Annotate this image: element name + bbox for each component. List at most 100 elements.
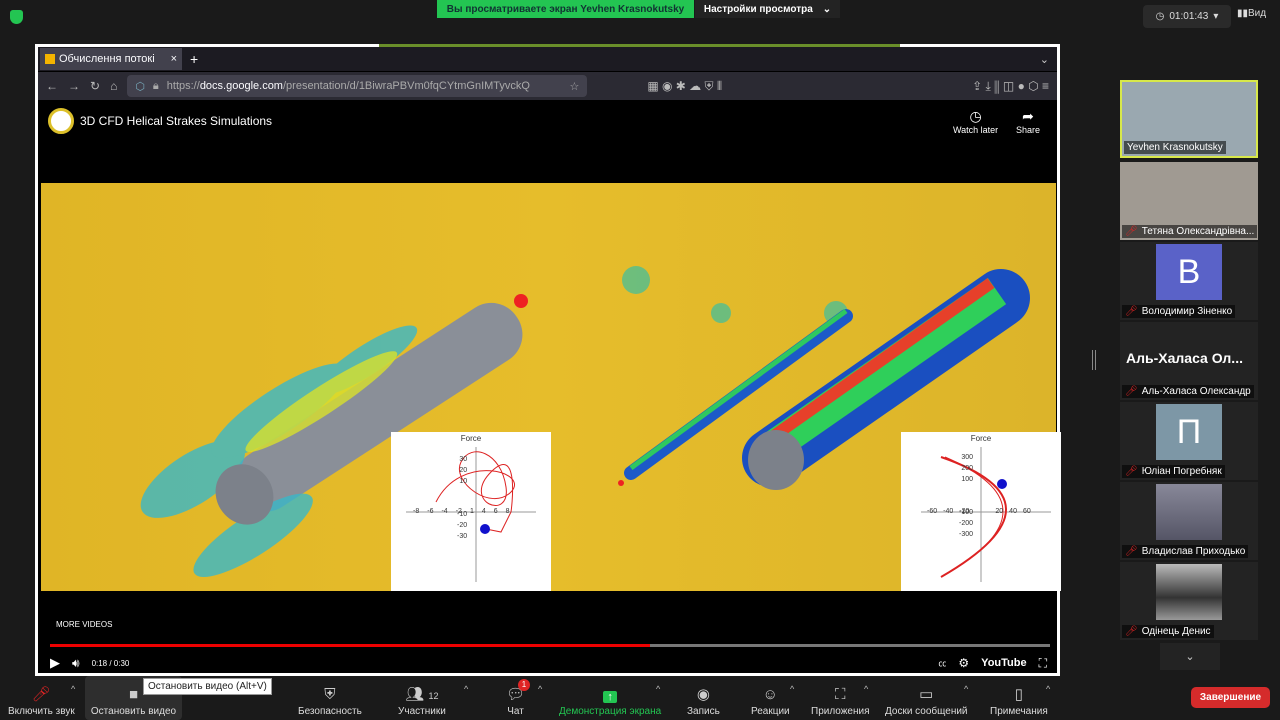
video-frame[interactable]: Force -8 -6 -4 -2 1 4 6 8 30 20 10 -10 -20 -30 Force… bbox=[41, 183, 1061, 591]
close-tab-icon[interactable]: × bbox=[171, 53, 177, 65]
apps-button[interactable]: ⛶ Приложения bbox=[811, 676, 870, 720]
stop-video-label: Остановить видео bbox=[90, 706, 177, 717]
x-tick: -4 bbox=[441, 508, 448, 515]
reactions-caret-icon[interactable]: ^ bbox=[790, 684, 794, 694]
captions-icon[interactable]: ㏄ bbox=[938, 658, 946, 669]
participant-tile[interactable]: Yevhen Krasnokutsky bbox=[1120, 80, 1258, 158]
tab-list-chevron-icon[interactable]: ⌄ bbox=[1040, 53, 1049, 66]
reload-icon[interactable]: ↻ bbox=[90, 79, 100, 93]
forward-icon[interactable]: → bbox=[68, 79, 80, 93]
browser-navbar: ← → ↻ ⌂ ⬡ 🔒︎ https://docs.google.com/presenta… bbox=[38, 72, 1057, 100]
y-tick: -100 bbox=[959, 509, 974, 516]
reactions-button[interactable]: ☺ Реакции bbox=[751, 676, 790, 720]
y-tick: -200 bbox=[959, 520, 974, 527]
panel-resize-handle[interactable] bbox=[1092, 350, 1096, 370]
browser-tab-bar: Обчислення потокі × + ⌄ bbox=[38, 47, 1057, 71]
play-icon[interactable]: ▶ bbox=[50, 655, 60, 671]
x-tick: 60 bbox=[1022, 508, 1031, 515]
participants-icon: 👥︎ 12 bbox=[405, 686, 439, 703]
audio-options-caret-icon[interactable]: ^ bbox=[71, 684, 75, 694]
participants-count: 12 bbox=[428, 691, 439, 701]
whiteboards-caret-icon[interactable]: ^ bbox=[964, 684, 968, 694]
youtube-logo[interactable]: YouTube bbox=[981, 657, 1026, 669]
apps-caret-icon[interactable]: ^ bbox=[864, 684, 868, 694]
more-videos-button[interactable]: MORE VIDEOS bbox=[56, 620, 112, 629]
viewing-screen-banner: Вы просматриваете экран Yevhen Krasnokut… bbox=[437, 0, 694, 18]
url-bar[interactable]: ⬡ 🔒︎ https://docs.google.com/presentation/… bbox=[127, 75, 588, 97]
x-tick: 1 bbox=[469, 508, 474, 515]
scroll-down-chevron-icon[interactable]: ⌄ bbox=[1160, 643, 1220, 670]
y-tick: 300 bbox=[961, 454, 974, 461]
url-prefix: https:// bbox=[166, 80, 200, 92]
back-icon[interactable]: ← bbox=[46, 79, 58, 93]
share-screen-button[interactable]: ↑ Демонстрация экрана bbox=[559, 676, 661, 720]
y-tick: -20 bbox=[457, 522, 468, 529]
share-caret-icon[interactable]: ^ bbox=[656, 684, 660, 694]
progress-bar[interactable] bbox=[50, 644, 1050, 647]
force-plot-right: Force -60 -40 -20 20 40 60 300 200 100 -100 -200-… bbox=[901, 432, 1061, 591]
fullscreen-icon[interactable]: ⛶ bbox=[1039, 656, 1047, 671]
end-meeting-button[interactable]: Завершение bbox=[1191, 687, 1270, 708]
watch-later-button[interactable]: ◷ Watch later bbox=[953, 108, 998, 135]
youtube-player[interactable]: 3D CFD Helical Strakes Simulations ◷ Watc… bbox=[38, 100, 1061, 673]
record-icon: ◉ bbox=[696, 686, 710, 703]
whiteboard-icon: ▭ bbox=[919, 686, 934, 703]
video-title[interactable]: 3D CFD Helical Strakes Simulations bbox=[80, 114, 272, 128]
new-tab-button[interactable]: + bbox=[190, 51, 198, 67]
encryption-shield-icon[interactable] bbox=[10, 10, 23, 24]
whiteboards-button[interactable]: ▭ Доски сообщений bbox=[885, 676, 968, 720]
participant-name: Владислав Приходько bbox=[1141, 546, 1246, 557]
x-tick: 4 bbox=[481, 508, 486, 515]
x-tick: 40 bbox=[1009, 508, 1017, 515]
x-tick: -8 bbox=[413, 508, 420, 515]
muted-mic-icon: 🎤︎ bbox=[1125, 386, 1138, 397]
participant-name: Тетяна Олександрівна... bbox=[1141, 226, 1255, 237]
participant-tile[interactable]: 🎤︎ Тетяна Олександрівна... bbox=[1120, 162, 1258, 240]
muted-mic-icon: 🎤︎ bbox=[1125, 466, 1138, 477]
participant-name: Юліан Погребняк bbox=[1141, 466, 1222, 477]
security-button[interactable]: ⛨ Безопасность bbox=[298, 676, 362, 720]
timer-value: 01:01:43 bbox=[1169, 11, 1209, 22]
participants-button[interactable]: 👥︎ 12 Участники bbox=[398, 676, 446, 720]
participant-name: Аль-Халаса Олександр bbox=[1141, 386, 1251, 397]
toolbar-icons[interactable]: ⇪ ⤓ ⫼ ◫ ● ⬡ ≡ bbox=[972, 79, 1049, 94]
record-label: Запись bbox=[687, 706, 720, 717]
x-tick: 20 bbox=[995, 508, 1004, 515]
muted-mic-icon: 🎤︎ bbox=[1125, 626, 1138, 637]
participant-name: Yevhen Krasnokutsky bbox=[1124, 141, 1226, 154]
apps-label: Приложения bbox=[811, 706, 870, 717]
chat-caret-icon[interactable]: ^ bbox=[538, 684, 542, 694]
participant-tile[interactable]: 🎤︎ Владислав Приходько bbox=[1120, 482, 1258, 560]
chat-label: Чат bbox=[507, 706, 524, 717]
participant-tile[interactable]: П 🎤︎ Юліан Погребняк bbox=[1120, 402, 1258, 480]
notes-button[interactable]: ▯ Примечания bbox=[990, 676, 1048, 720]
notes-caret-icon[interactable]: ^ bbox=[1046, 684, 1050, 694]
name-text: Yevhen Krasnokutsky bbox=[1127, 142, 1223, 153]
participants-caret-icon[interactable]: ^ bbox=[464, 684, 468, 694]
settings-gear-icon[interactable]: ⚙ bbox=[958, 656, 969, 670]
participant-tile[interactable]: 🎤︎ Одінець Денис bbox=[1120, 562, 1258, 640]
share-button[interactable]: ➦ Share bbox=[1016, 108, 1040, 135]
unmute-button[interactable]: 🎤︎ Включить звук bbox=[8, 676, 75, 720]
view-button[interactable]: ▮▮Вид bbox=[1237, 8, 1266, 19]
stop-video-tooltip: Остановить видео (Alt+V) bbox=[143, 678, 272, 695]
participant-name: Володимир Зіненко bbox=[1141, 306, 1233, 317]
record-button[interactable]: ◉ Запись bbox=[687, 676, 720, 720]
avatar bbox=[1156, 484, 1222, 540]
participant-tile[interactable]: Аль-Халаса Ол... 🎤︎ Аль-Халаса Олександр bbox=[1120, 322, 1258, 400]
channel-logo[interactable] bbox=[48, 108, 74, 134]
view-settings-button[interactable]: Настройки просмотра ⌄ bbox=[695, 0, 840, 18]
force-plot-left: Force -8 -6 -4 -2 1 4 6 8 30 20 10 -10 -20 -30 bbox=[391, 432, 551, 591]
muted-mic-icon: 🎤︎ bbox=[31, 686, 51, 703]
volume-icon[interactable]: 🔊︎ bbox=[72, 656, 80, 671]
bookmark-star-icon[interactable]: ☆ bbox=[569, 80, 579, 93]
participant-tile[interactable]: В 🎤︎ Володимир Зіненко bbox=[1120, 242, 1258, 320]
meeting-timer[interactable]: ◷ 01:01:43 ▾ bbox=[1143, 5, 1231, 28]
browser-tab[interactable]: Обчислення потокі × bbox=[40, 48, 182, 70]
home-icon[interactable]: ⌂ bbox=[110, 79, 117, 93]
avatar: В bbox=[1156, 244, 1222, 300]
extensions-icon[interactable]: ▦ ◉ ✱ ☁ ⛨ ⦀ bbox=[647, 79, 722, 94]
y-tick: -30 bbox=[457, 533, 468, 540]
watch-later-label: Watch later bbox=[953, 125, 999, 135]
y-tick: 100 bbox=[961, 476, 974, 483]
